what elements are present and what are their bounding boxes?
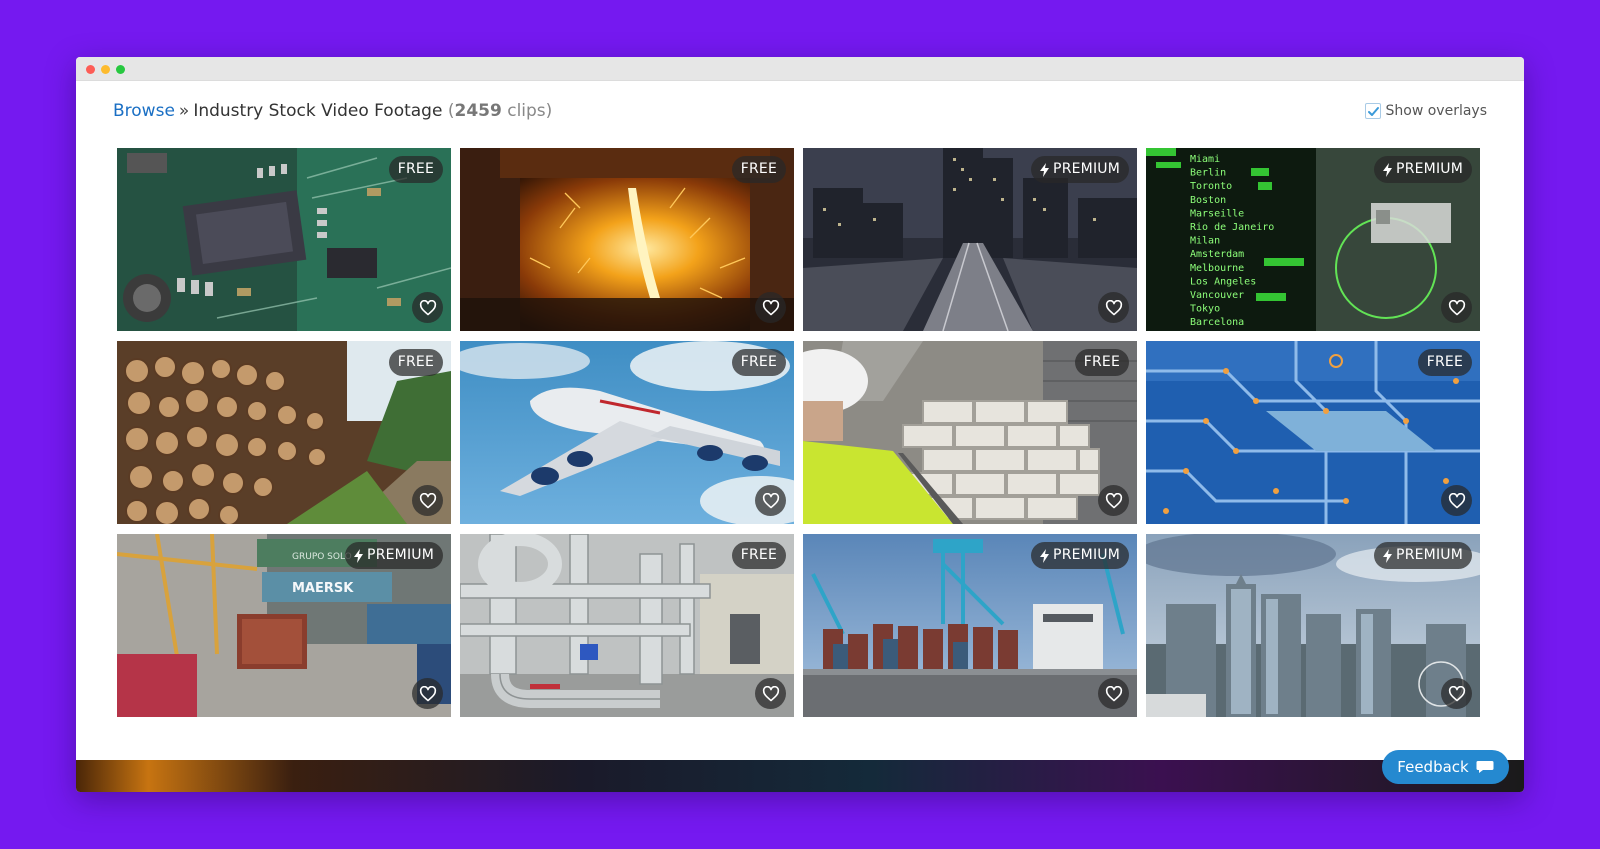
premium-badge: PREMIUM bbox=[345, 542, 443, 569]
favorite-button[interactable] bbox=[1098, 485, 1129, 516]
favorite-button[interactable] bbox=[755, 292, 786, 323]
heart-icon bbox=[762, 299, 779, 315]
bolt-icon bbox=[1383, 548, 1393, 563]
favorite-button[interactable] bbox=[1441, 485, 1472, 516]
clip-grid: FREE FREE PREMIUM Miami Berlin Toronto B… bbox=[117, 148, 1480, 717]
heart-icon bbox=[762, 492, 779, 508]
free-badge: FREE bbox=[731, 349, 786, 376]
clip-card[interactable]: FREE bbox=[1146, 341, 1480, 524]
next-row-preview-strip bbox=[76, 760, 1524, 792]
departures-board-city: Amsterdam bbox=[1190, 249, 1244, 260]
heart-icon bbox=[1448, 685, 1465, 701]
free-badge: FREE bbox=[1074, 349, 1129, 376]
clip-card[interactable]: GRUPO SOLO MAERSK PREMIUM bbox=[117, 534, 451, 717]
clip-count: (2459 clips) bbox=[447, 101, 553, 121]
departures-board-city: Rio de Janeiro bbox=[1190, 222, 1274, 233]
favorite-button[interactable] bbox=[755, 485, 786, 516]
maximize-window-button[interactable] bbox=[116, 65, 125, 74]
heart-icon bbox=[419, 492, 436, 508]
bolt-icon bbox=[354, 548, 364, 563]
departures-board-city: Boston bbox=[1190, 195, 1226, 206]
favorite-button[interactable] bbox=[412, 485, 443, 516]
heart-icon bbox=[1448, 492, 1465, 508]
heart-icon bbox=[762, 685, 779, 701]
premium-badge: PREMIUM bbox=[1031, 156, 1129, 183]
favorite-button[interactable] bbox=[1441, 292, 1472, 323]
checkmark-icon bbox=[1367, 107, 1379, 116]
browser-window: Browse» Industry Stock Video Footage (245… bbox=[76, 57, 1524, 792]
departures-board-city: Toronto bbox=[1190, 181, 1232, 192]
favorite-button[interactable] bbox=[1098, 678, 1129, 709]
departures-board-city: Tokyo bbox=[1190, 304, 1220, 315]
heart-icon bbox=[419, 685, 436, 701]
clip-card[interactable]: FREE bbox=[117, 148, 451, 331]
show-overlays-toggle[interactable]: Show overlays bbox=[1364, 103, 1488, 119]
favorite-button[interactable] bbox=[412, 292, 443, 323]
premium-badge: PREMIUM bbox=[1374, 542, 1472, 569]
departures-board-city: Marseille bbox=[1190, 208, 1244, 219]
breadcrumb-browse-link[interactable]: Browse bbox=[113, 101, 175, 121]
free-badge: FREE bbox=[1417, 349, 1472, 376]
premium-badge: PREMIUM bbox=[1031, 542, 1129, 569]
free-badge: FREE bbox=[731, 542, 786, 569]
clip-card[interactable]: FREE bbox=[460, 148, 794, 331]
free-badge: FREE bbox=[731, 156, 786, 183]
clip-card[interactable]: PREMIUM bbox=[803, 148, 1137, 331]
favorite-button[interactable] bbox=[755, 678, 786, 709]
container-label-grupo-solo: GRUPO SOLO bbox=[292, 552, 352, 562]
clip-card[interactable]: PREMIUM bbox=[803, 534, 1137, 717]
departures-board-city: Los Angeles bbox=[1190, 276, 1256, 287]
minimize-window-button[interactable] bbox=[101, 65, 110, 74]
chat-bubble-icon bbox=[1476, 761, 1494, 773]
heart-icon bbox=[1105, 299, 1122, 315]
departures-board-city: Berlin bbox=[1190, 168, 1226, 179]
premium-badge: PREMIUM bbox=[1374, 156, 1472, 183]
clip-card[interactable]: FREE bbox=[117, 341, 451, 524]
show-overlays-checkbox[interactable] bbox=[1364, 103, 1381, 119]
heart-icon bbox=[419, 299, 436, 315]
bolt-icon bbox=[1040, 162, 1050, 177]
clip-card[interactable]: FREE bbox=[803, 341, 1137, 524]
departures-board-city: Vancouver bbox=[1190, 290, 1244, 301]
heart-icon bbox=[1105, 492, 1122, 508]
departures-board-city: Miami bbox=[1190, 154, 1220, 165]
heart-icon bbox=[1105, 685, 1122, 701]
bolt-icon bbox=[1040, 548, 1050, 563]
favorite-button[interactable] bbox=[1098, 292, 1129, 323]
feedback-label: Feedback bbox=[1397, 758, 1469, 776]
container-label-maersk: MAERSK bbox=[292, 581, 354, 596]
feedback-button[interactable]: Feedback bbox=[1382, 750, 1509, 784]
clip-card[interactable]: PREMIUM bbox=[1146, 534, 1480, 717]
page-title: Industry Stock Video Footage bbox=[193, 101, 443, 121]
free-badge: FREE bbox=[388, 349, 443, 376]
clip-card[interactable]: Miami Berlin Toronto Boston Marseille Rio de … bbox=[1146, 148, 1480, 331]
breadcrumb-separator: » bbox=[178, 101, 190, 121]
breadcrumb: Browse» Industry Stock Video Footage (245… bbox=[113, 101, 552, 121]
departures-board-city: Melbourne bbox=[1190, 263, 1244, 274]
heart-icon bbox=[1448, 299, 1465, 315]
show-overlays-label: Show overlays bbox=[1385, 103, 1488, 119]
free-badge: FREE bbox=[388, 156, 443, 183]
window-titlebar bbox=[76, 57, 1524, 81]
bolt-icon bbox=[1383, 162, 1393, 177]
clip-card[interactable]: FREE bbox=[460, 534, 794, 717]
close-window-button[interactable] bbox=[86, 65, 95, 74]
clip-card[interactable]: FREE bbox=[460, 341, 794, 524]
favorite-button[interactable] bbox=[412, 678, 443, 709]
departures-board-city: Milan bbox=[1190, 236, 1220, 247]
favorite-button[interactable] bbox=[1441, 678, 1472, 709]
departures-board-city: Barcelona bbox=[1190, 317, 1244, 328]
